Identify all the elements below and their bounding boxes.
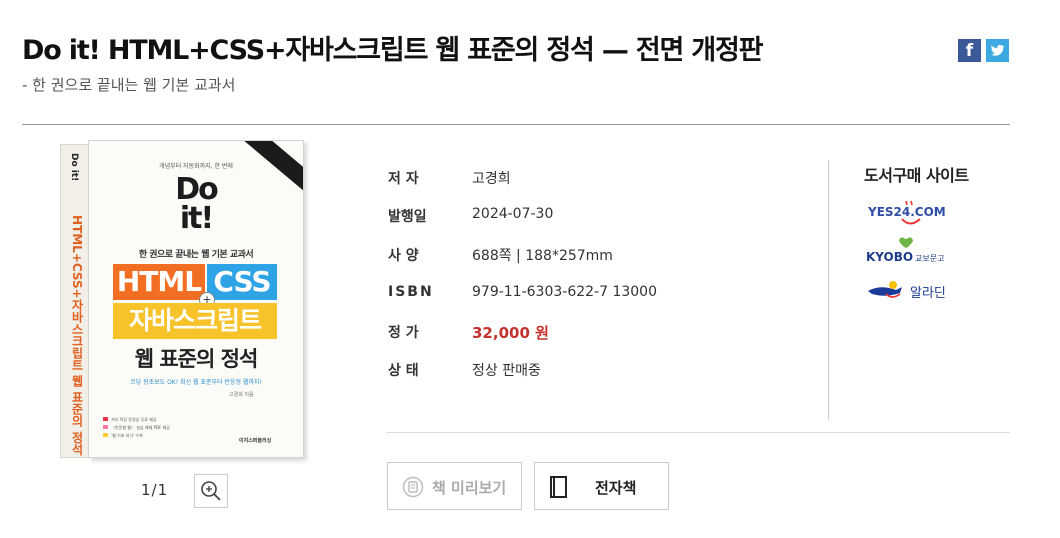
author-value: 고경희 [472, 171, 511, 187]
title-divider [22, 124, 1010, 125]
status-label: 상 태 [388, 363, 419, 379]
book-front: 개념부터 자동화까지, 한 번에 Do it! 한 권으로 끝내는 웹 기본 교과… [88, 140, 304, 458]
spec-label: 사 양 [388, 248, 419, 264]
svg-text:교보문고: 교보문고 [915, 254, 944, 263]
svg-text:알라딘: 알라딘 [910, 286, 946, 301]
svg-text:KYOBO: KYOBO [866, 250, 913, 264]
cover-css-block: CSS [207, 264, 277, 300]
date-value: 2024-07-30 [472, 206, 554, 222]
buy-sites-title: 도서구매 사이트 [864, 166, 969, 185]
kyobo-logo-icon: KYOBO 교보문고 [866, 237, 944, 264]
cover-html-block: HTML [113, 264, 205, 300]
cover-bullets: 저자 직강 동영상 무료 제공 〈반응형 웹〉 실습 예제 PDF 제공 '웹 … [103, 416, 170, 440]
cover-tagline: 한 권으로 끝내는 웹 기본 교과서 [138, 250, 254, 260]
zoom-button[interactable] [194, 474, 228, 508]
preview-book-icon [402, 476, 424, 498]
svg-text:YES24.COM: YES24.COM [867, 205, 946, 219]
cover-small-line: 개념부터 자동화까지, 한 번에 [159, 163, 233, 170]
horizontal-divider [386, 432, 1010, 433]
cover-web-title: 웹 표준의 정석 [134, 347, 259, 371]
vertical-divider [828, 160, 829, 420]
twitter-icon [991, 44, 1005, 56]
ebook-icon [550, 476, 567, 498]
ebook-label: 전자책 [595, 479, 637, 497]
yes24-link[interactable]: YES24.COM [866, 198, 956, 236]
zoom-in-icon [201, 481, 221, 501]
date-label: 발행일 [388, 209, 427, 225]
image-pager: 1/1 [141, 481, 169, 499]
status-value: 정상 판매중 [472, 363, 541, 379]
preview-label: 책 미리보기 [432, 479, 507, 497]
page-subtitle: - 한 권으로 끝내는 웹 기본 교과서 [22, 76, 236, 94]
spine-doit: Do it! [69, 153, 79, 182]
cover-doit-logo: Do it! [175, 172, 218, 236]
isbn-value: 979-11-6303-622-7 13000 [472, 284, 657, 300]
kyobo-link[interactable]: KYOBO 교보문고 [866, 236, 956, 270]
book-cover-image[interactable]: Do it! HTML+CSS+자바스크립트 웹 표준의 정석 개념부터 자동화… [60, 140, 304, 458]
aladin-link[interactable]: 알라딘 [866, 278, 956, 308]
cover-js-block: 자바스크립트 [113, 303, 277, 339]
isbn-label: ISBN [388, 284, 434, 300]
price-label: 정 가 [388, 325, 419, 341]
page-title: Do it! HTML+CSS+자바스크립트 웹 표준의 정석 — 전면 개정판 [22, 35, 763, 66]
twitter-share-button[interactable] [986, 39, 1009, 62]
cover-publisher: 이지스퍼블리싱 [239, 438, 272, 444]
ebook-button[interactable]: 전자책 [534, 462, 669, 510]
aladin-logo-icon: 알라딘 [868, 281, 946, 301]
cover-blue-line: 코딩 왕초보도 OK! 최신 웹 표준부터 반응형 웹까지! [130, 379, 262, 386]
book-preview-button[interactable]: 책 미리보기 [387, 462, 522, 510]
facebook-icon: f [965, 41, 974, 61]
spec-value: 688쪽 | 188*257mm [472, 248, 613, 264]
facebook-share-button[interactable]: f [958, 39, 981, 62]
author-label: 저 자 [388, 171, 419, 187]
spine-title: HTML+CSS+자바스크립트 웹 표준의 정석 [70, 215, 84, 456]
price-value: 32,000 원 [472, 324, 549, 342]
cover-author: 고경희 지음 [229, 392, 254, 398]
yes24-logo-icon: YES24.COM [867, 200, 946, 225]
